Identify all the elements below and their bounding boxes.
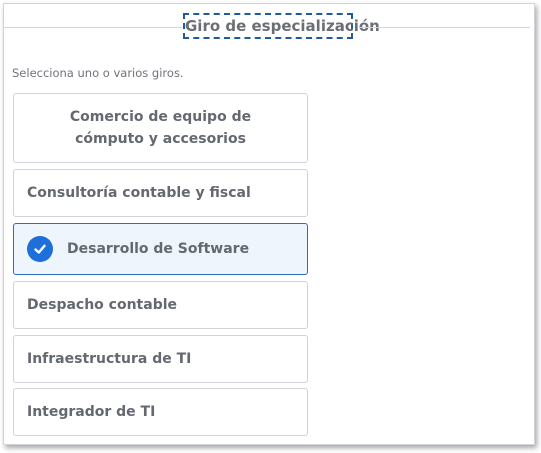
option-despacho-contable[interactable]: Despacho contable xyxy=(13,281,308,329)
option-consultoria-contable[interactable]: Consultoría contable y fiscal xyxy=(13,169,308,217)
option-desarrollo-software[interactable]: Desarrollo de Software xyxy=(13,223,308,275)
option-label: Despacho contable xyxy=(27,297,178,313)
fieldset-legend: Giro de especialización xyxy=(4,12,534,42)
option-label: Infraestructura de TI xyxy=(27,351,192,367)
option-label: Consultoría contable y fiscal xyxy=(27,185,251,201)
option-label: Integrador de TI xyxy=(27,404,156,420)
option-infraestructura-ti[interactable]: Infraestructura de TI xyxy=(13,335,308,383)
specialization-panel: Giro de especialización Selecciona uno o… xyxy=(3,3,535,445)
option-comercio-equipo-computo[interactable]: Comercio de equipo de cómputo y accesori… xyxy=(13,93,308,163)
fieldset-title[interactable]: Giro de especialización xyxy=(183,13,380,39)
check-circle-icon xyxy=(27,236,53,262)
divider-right xyxy=(360,27,530,28)
instructions-text: Selecciona uno o varios giros. xyxy=(12,66,184,80)
option-label: Comercio de equipo de cómputo y accesori… xyxy=(69,109,252,147)
divider-left xyxy=(4,27,182,28)
option-integrador-ti[interactable]: Integrador de TI xyxy=(13,388,308,436)
option-label: Desarrollo de Software xyxy=(67,241,250,257)
